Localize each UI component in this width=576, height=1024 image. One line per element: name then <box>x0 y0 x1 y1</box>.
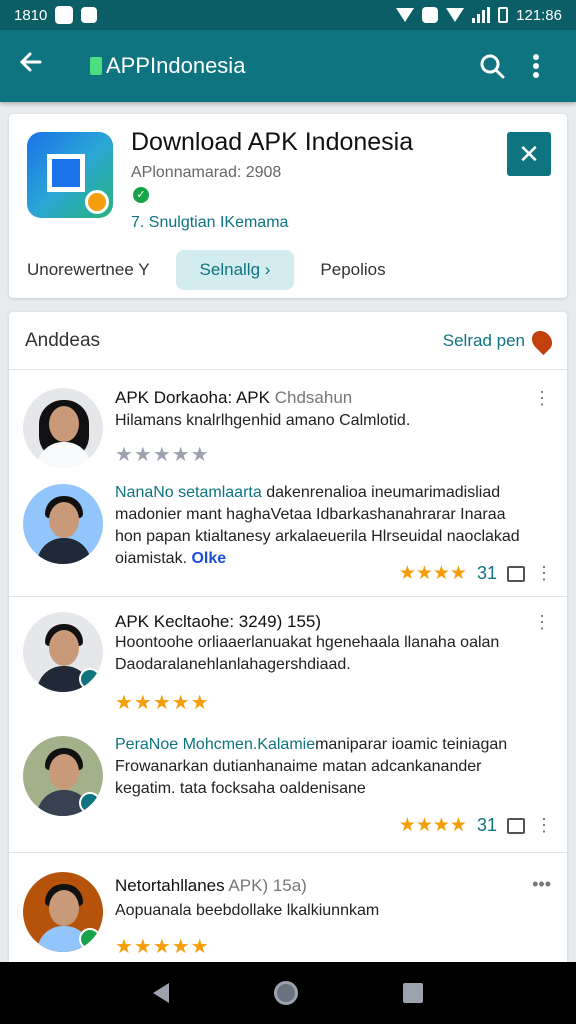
rating-stars: ★★★★★ <box>115 936 210 958</box>
reviewer-name: APK Kecltaohe: 3249) 155) <box>115 612 322 631</box>
app-subtitle: APlonnamarad: 2908 <box>131 164 282 181</box>
review-meta: ★★★★ 31 ⋮ <box>399 562 553 585</box>
see-all-link[interactable]: Selrad pen <box>442 326 557 355</box>
app-info-card: Download APK Indonesia APlonnamarad: 290… <box>9 114 567 298</box>
wifi-icon <box>396 8 415 22</box>
app-title: Download APK Indonesia <box>131 128 414 156</box>
reviews-header: Anddeas Selrad pen <box>9 312 567 370</box>
avatar <box>23 612 103 692</box>
status-time: 1810 <box>14 6 48 24</box>
system-nav-bar <box>0 962 576 1024</box>
reviewer-name: Netortahllanes APK) 15a) <box>115 876 307 895</box>
avatar <box>23 736 103 816</box>
tab-overview[interactable]: Unorewertnee Y <box>27 260 150 280</box>
rating-count: 31 <box>476 563 497 583</box>
review-text: NanaNo setamlaarta dakenrenalioa ineumar… <box>115 482 533 570</box>
more-vert-icon[interactable]: ⋮ <box>533 612 551 633</box>
more-vert-icon[interactable]: ⋮ <box>533 388 551 409</box>
tag-badge: Olke <box>191 550 227 567</box>
review-text: Hilamans knalrlhgenhid amano Calmlotid. <box>115 412 411 429</box>
rating-stars: ★★★★ <box>398 563 467 584</box>
app-tabs: Unorewertnee Y Selnallg › Pepolios <box>9 248 567 292</box>
battery-icon <box>498 7 509 23</box>
avatar <box>23 484 103 564</box>
review-meta: ★★★★ 31 ⋮ <box>399 814 553 837</box>
comment-icon[interactable] <box>507 817 525 834</box>
search-icon[interactable] <box>470 53 514 79</box>
reviews-card: Anddeas Selrad pen APK Dorkaoha: APK Chd… <box>9 312 567 972</box>
see-all-label: Selrad pen <box>442 330 525 350</box>
image-icon <box>81 7 98 23</box>
close-button[interactable]: ✕ <box>507 132 551 176</box>
nav-recents-icon[interactable] <box>403 983 424 1003</box>
tab-selected[interactable]: Selnallg › <box>175 250 295 290</box>
rating-stars: ★★★★★ <box>115 444 210 466</box>
rating-count: 31 <box>476 815 497 835</box>
tab-popular[interactable]: Pepolios <box>320 260 385 280</box>
signal-icon <box>446 8 465 22</box>
more-vert-icon[interactable]: ⋮ <box>535 815 553 836</box>
more-vert-icon[interactable] <box>514 53 558 79</box>
rating-stars: ★★★★ <box>398 815 467 836</box>
nav-home-icon[interactable] <box>273 981 298 1005</box>
review-text: Hoontoohe orliaaerlanuakat hgenehaala ll… <box>115 634 500 673</box>
review-text: PeraNoe Mohcmen.Kalamiemaniparar ioamic … <box>115 736 508 797</box>
notification-icon <box>55 6 74 24</box>
reviewer-name: APK Dorkaoha: APK Chdsahun <box>115 388 353 407</box>
app-bar-title: APPIndonesia <box>106 53 246 78</box>
avatar <box>23 388 103 468</box>
more-horiz-icon[interactable]: ••• <box>532 874 551 895</box>
comment-icon[interactable] <box>507 565 525 582</box>
status-clock: 121:86 <box>516 6 562 24</box>
app-icon <box>27 132 113 218</box>
more-vert-icon[interactable]: ⋮ <box>535 563 553 584</box>
app-logo-icon <box>90 57 102 75</box>
verified-icon: ✓ <box>133 187 149 203</box>
avatar <box>23 872 103 952</box>
back-arrow-icon[interactable] <box>18 49 62 83</box>
pin-icon <box>527 326 557 355</box>
app-developer[interactable]: 7. Snulgtian IKemama <box>131 214 288 232</box>
vibrate-icon <box>422 7 439 23</box>
nav-back-icon[interactable] <box>152 983 169 1003</box>
review-text: Aopuanala beebdollake lkalkiunnkam <box>115 902 380 919</box>
reviews-heading: Anddeas <box>25 329 101 351</box>
app-bar: APPIndonesia <box>0 30 576 102</box>
cell-bars-icon <box>472 7 491 23</box>
rating-stars: ★★★★★ <box>115 692 210 714</box>
status-bar: 1810 121:86 <box>0 0 576 30</box>
